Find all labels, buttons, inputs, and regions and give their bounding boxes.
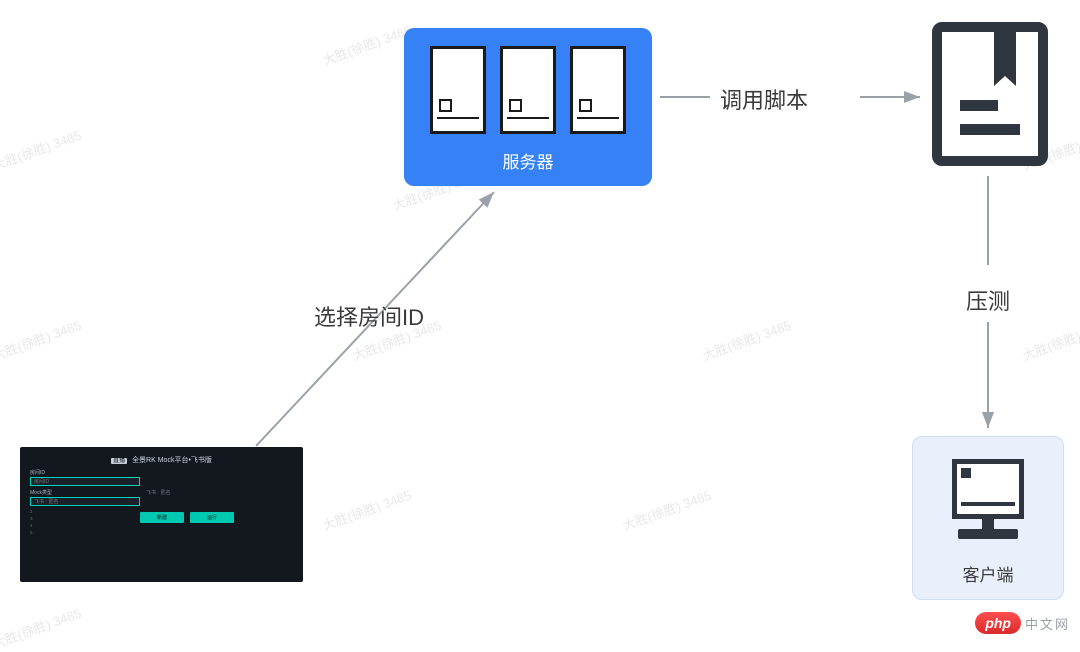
site-name: 中文网 xyxy=(1025,614,1070,633)
site-branding: php 中文网 xyxy=(975,612,1070,634)
arrow-label-stress-test: 压测 xyxy=(966,284,1010,316)
arrow-stress-test xyxy=(0,0,1080,640)
php-logo: php xyxy=(975,612,1021,634)
